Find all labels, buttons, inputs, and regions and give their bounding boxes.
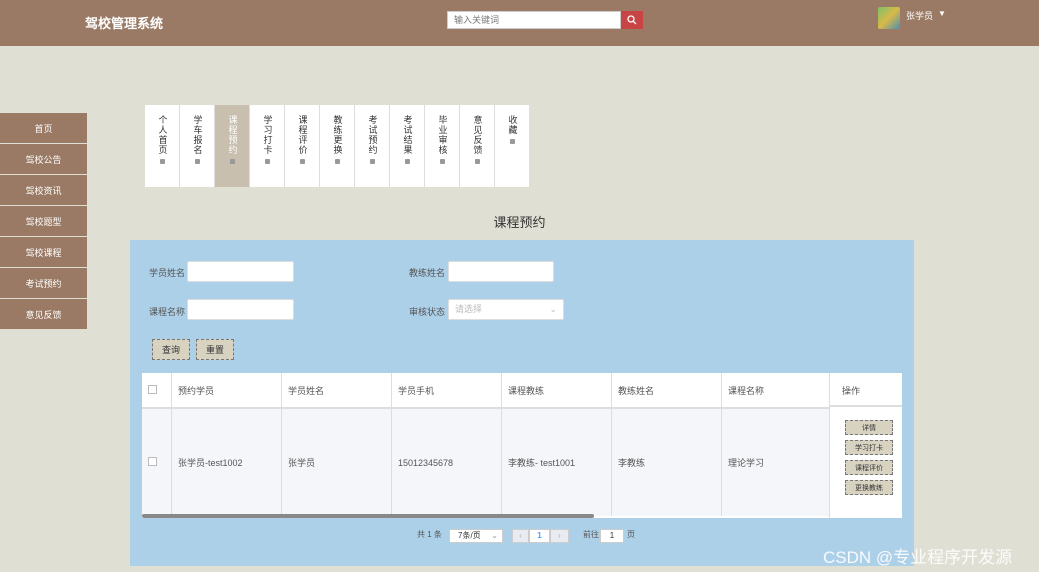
select-all-checkbox[interactable] — [148, 384, 157, 394]
chevron-down-icon: ⌄ — [549, 304, 557, 314]
sidebar-item-courses[interactable]: 驾校课程 — [0, 237, 87, 267]
app-title: 驾校管理系统 — [85, 16, 164, 31]
review-status-select[interactable]: 请选择 ⌄ — [448, 299, 564, 320]
top-bar: 驾校管理系统 输入关键词 张学员 ▼ — [0, 0, 1039, 46]
table-header-row: 预约学员 学员姓名 学员手机 课程教练 教练姓名 课程名称 — [142, 373, 832, 409]
table-cell: 李教练- test1001 — [501, 408, 612, 516]
tab-label: 毕业审核 — [437, 115, 448, 155]
tab-graduation-review[interactable]: 毕业审核 — [425, 105, 460, 187]
chevron-down-icon[interactable]: ▼ — [938, 9, 946, 18]
tab-icon — [439, 159, 445, 164]
table-cell: 李教练 — [611, 408, 722, 516]
tab-label: 考试结果 — [402, 115, 413, 155]
table-cell: 张学员-test1002 — [171, 408, 282, 516]
avatar[interactable] — [878, 7, 900, 29]
sidebar-item-news[interactable]: 驾校资讯 — [0, 175, 87, 205]
tab-label: 个人首页 — [157, 115, 168, 155]
student-name-label: 学员姓名 — [149, 268, 186, 278]
tab-label: 学车报名 — [192, 115, 203, 155]
page-suffix: 页 — [627, 530, 635, 539]
tab-icon — [264, 159, 270, 164]
tab-coach-change[interactable]: 教练更换 — [320, 105, 355, 187]
horizontal-scrollbar[interactable] — [142, 514, 594, 518]
tab-icon — [299, 159, 305, 164]
next-page-button[interactable]: › — [550, 529, 569, 543]
bookings-table: 预约学员 学员姓名 学员手机 课程教练 教练姓名 课程名称 张学员-test10… — [142, 373, 902, 518]
watermark: CSDN @专业程序开发源 — [823, 548, 1013, 567]
tab-enroll[interactable]: 学车报名 — [180, 105, 215, 187]
select-all-cell[interactable] — [142, 373, 172, 409]
sidebar-item-home[interactable]: 首页 — [0, 113, 87, 143]
check-in-button[interactable]: 学习打卡 — [845, 440, 893, 455]
course-name-input[interactable] — [187, 299, 294, 320]
tab-course-booking[interactable]: 课程预约 — [215, 105, 250, 187]
tab-label: 教练更换 — [332, 115, 343, 155]
goto-page-input[interactable]: 1 — [600, 529, 624, 543]
tab-icon — [159, 159, 165, 164]
user-name[interactable]: 张学员 — [906, 9, 933, 22]
column-header: 课程名称 — [721, 373, 832, 409]
tab-icon — [474, 159, 480, 164]
chevron-down-icon: ⌄ — [491, 531, 498, 540]
sidebar-item-feedback[interactable]: 意见反馈 — [0, 299, 87, 329]
current-page-button[interactable]: 1 — [529, 529, 550, 543]
tab-icon — [509, 139, 515, 144]
center-tabs: 个人首页 学车报名 课程预约 学习打卡 课程评价 教练更换 考试预约 考试结果 … — [145, 105, 530, 187]
column-header: 学员手机 — [391, 373, 502, 409]
page-title: 课程预约 — [493, 215, 546, 230]
change-coach-button[interactable]: 更换教练 — [845, 480, 893, 495]
row-select-cell[interactable] — [142, 408, 172, 516]
tab-feedback[interactable]: 意见反馈 — [460, 105, 495, 187]
coach-name-input[interactable] — [448, 261, 554, 282]
sidebar-item-exam-booking[interactable]: 考试预约 — [0, 268, 87, 298]
course-name-label: 课程名称 — [149, 307, 186, 317]
column-header: 预约学员 — [171, 373, 282, 409]
page-size-select[interactable]: 7条/页 ⌄ — [449, 529, 503, 543]
tab-course-review[interactable]: 课程评价 — [285, 105, 320, 187]
table-cell: 理论学习 — [721, 408, 832, 516]
table-cell: 张学员 — [281, 408, 392, 516]
query-button[interactable]: 查询 — [152, 339, 190, 360]
tab-icon — [369, 159, 375, 164]
row-checkbox[interactable] — [148, 457, 157, 466]
column-header: 教练姓名 — [611, 373, 722, 409]
review-status-placeholder: 请选择 — [455, 304, 483, 314]
column-header: 课程教练 — [501, 373, 612, 409]
tab-profile[interactable]: 个人首页 — [145, 105, 180, 187]
reset-button[interactable]: 重置 — [196, 339, 234, 360]
tab-label: 学习打卡 — [262, 115, 273, 155]
goto-label: 前往 — [583, 530, 599, 539]
tab-label: 意见反馈 — [472, 115, 483, 155]
search-icon — [627, 15, 637, 25]
tab-icon — [194, 159, 200, 164]
operations-column: 操作 详情 学习打卡 课程评价 更换教练 — [829, 373, 902, 518]
tab-label: 课程评价 — [297, 115, 308, 155]
total-count: 共 1 条 — [417, 530, 442, 539]
search-button[interactable] — [621, 11, 643, 29]
tab-icon — [229, 159, 235, 164]
tab-label: 课程预约 — [227, 115, 238, 155]
tab-exam-results[interactable]: 考试结果 — [390, 105, 425, 187]
tab-icon — [404, 159, 410, 164]
search-input[interactable]: 输入关键词 — [447, 11, 621, 29]
table-cell: 15012345678 — [391, 408, 502, 516]
prev-page-button[interactable]: ‹ — [512, 529, 529, 543]
page-size-value: 7条/页 — [458, 531, 481, 540]
tab-icon — [334, 159, 340, 164]
tab-label: 考试预约 — [367, 115, 378, 155]
column-header: 学员姓名 — [281, 373, 392, 409]
review-button[interactable]: 课程评价 — [845, 460, 893, 475]
detail-button[interactable]: 详情 — [845, 420, 893, 435]
tab-check-in[interactable]: 学习打卡 — [250, 105, 285, 187]
tab-label: 收藏 — [507, 115, 518, 135]
student-name-input[interactable] — [187, 261, 294, 282]
coach-name-label: 教练姓名 — [409, 268, 446, 278]
sidebar-item-announcements[interactable]: 驾校公告 — [0, 144, 87, 174]
tab-favorites[interactable]: 收藏 — [495, 105, 530, 187]
operations-header: 操作 — [830, 373, 902, 407]
tab-exam-booking[interactable]: 考试预约 — [355, 105, 390, 187]
table-row: 张学员-test1002 张学员 15012345678 李教练- test10… — [142, 408, 832, 516]
review-status-label: 审核状态 — [409, 307, 446, 317]
